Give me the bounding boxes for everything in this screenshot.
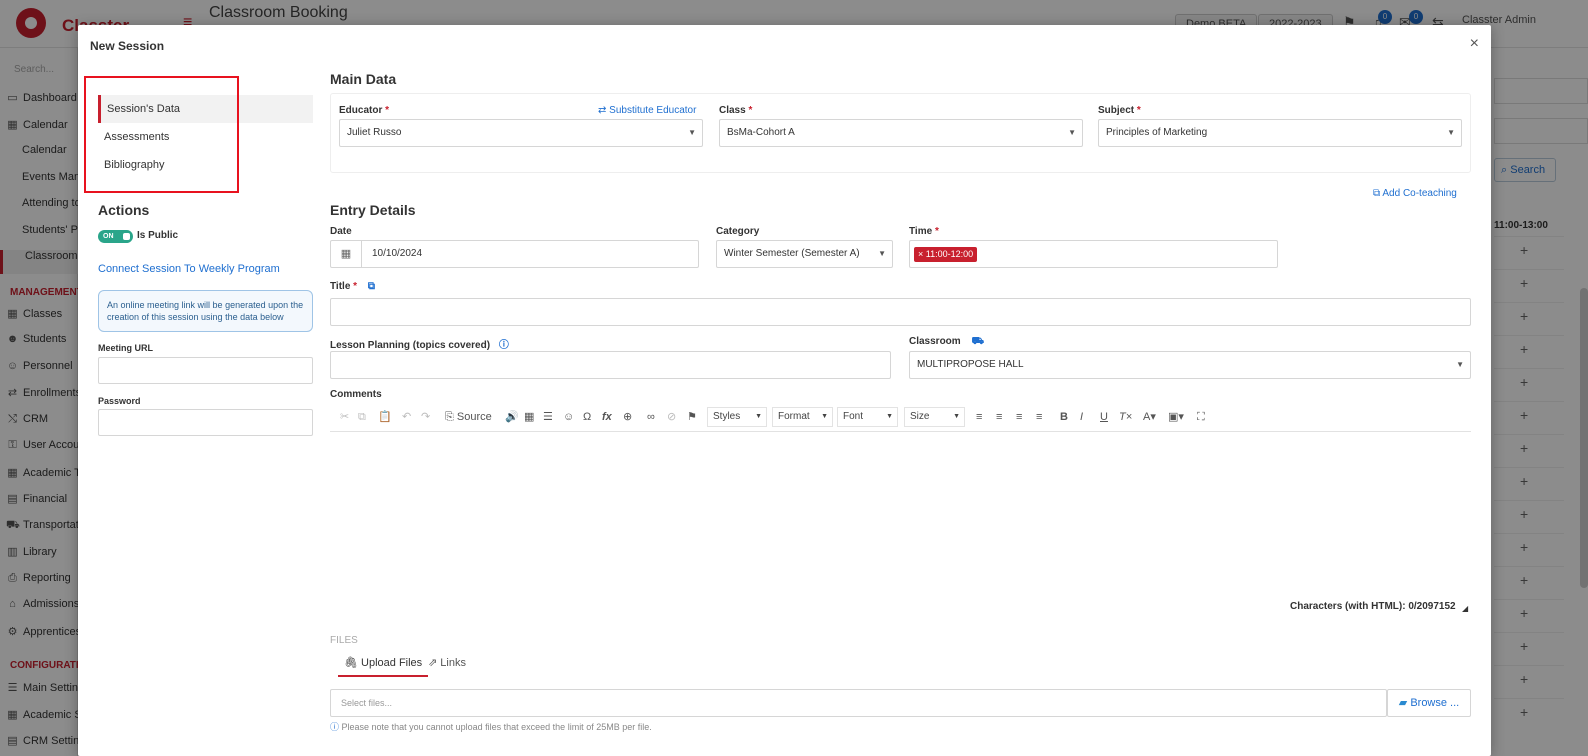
meeting-url-label: Meeting URL — [98, 343, 153, 353]
date-label: Date — [330, 226, 352, 237]
special-char-icon[interactable]: Ω — [583, 409, 591, 425]
info-icon: ⓘ — [330, 722, 340, 732]
add-co-teaching-link[interactable]: ⧉ Add Co-teaching — [1373, 188, 1457, 199]
chevron-down-icon: ▼ — [755, 413, 762, 420]
copy-icon[interactable]: ⧉ — [358, 409, 366, 425]
font-dropdown[interactable]: Font ▼ — [837, 407, 898, 427]
calendar-icon[interactable]: ▦ — [331, 241, 362, 267]
justify-icon[interactable]: ≡ — [1036, 409, 1042, 425]
text-color-icon[interactable]: A▾ — [1143, 409, 1156, 425]
chevron-down-icon: ▼ — [1068, 128, 1076, 137]
external-link-icon: ⇗ — [428, 657, 438, 669]
file-limit-note: ⓘ Please note that you cannot upload fil… — [330, 722, 652, 732]
classroom-select[interactable]: MULTIPROPOSE HALL ▼ — [909, 351, 1471, 379]
character-count: Characters (with HTML): 0/2097152 — [1290, 601, 1456, 612]
file-select-input[interactable]: Select files... — [330, 689, 1387, 717]
copy-icon[interactable]: ⧉ — [368, 281, 375, 292]
category-select[interactable]: Winter Semester (Semester A) ▼ — [716, 240, 893, 268]
time-label: Time * — [909, 226, 939, 237]
public-toggle-label: Is Public — [137, 230, 179, 241]
tab-upload-files[interactable]: 🖇 Upload Files — [338, 651, 429, 677]
chevron-down-icon: ▼ — [878, 249, 886, 258]
chevron-down-icon: ▼ — [886, 413, 893, 420]
substitute-icon: ⇄ — [598, 105, 607, 116]
table-icon[interactable]: ▦ — [524, 409, 534, 425]
browse-button[interactable]: ▰ Browse ... — [1387, 689, 1471, 717]
class-label: Class * — [719, 105, 753, 116]
public-toggle[interactable]: ON — [98, 230, 133, 243]
chevron-down-icon: ▼ — [688, 128, 696, 137]
meeting-url-input[interactable] — [98, 357, 313, 384]
align-left-icon[interactable]: ≡ — [976, 409, 982, 425]
format-dropdown[interactable]: Format ▼ — [772, 407, 833, 427]
time-tag[interactable]: × 11:00-12:00 — [914, 247, 978, 262]
smiley-icon[interactable]: ☺ — [563, 409, 574, 425]
underline-icon[interactable]: U — [1100, 409, 1108, 425]
undo-icon[interactable]: ↶ — [402, 409, 411, 425]
iframe-icon[interactable]: ⊕ — [623, 409, 632, 425]
password-input[interactable] — [98, 409, 313, 436]
size-dropdown[interactable]: Size ▼ — [904, 407, 965, 427]
formula-icon[interactable]: fx — [602, 409, 612, 425]
horizontal-line-icon[interactable]: ☰ — [543, 409, 553, 425]
substitute-educator-link[interactable]: ⇄ Substitute Educator — [598, 105, 696, 116]
close-icon[interactable]: × — [1470, 35, 1479, 53]
highlight-box — [84, 76, 239, 193]
educator-label: Educator * — [339, 105, 390, 116]
audio-icon[interactable]: 🔊 — [505, 409, 519, 425]
main-data-title: Main Data — [330, 71, 397, 87]
redo-icon[interactable]: ↷ — [421, 409, 430, 425]
italic-icon[interactable]: I — [1080, 409, 1083, 425]
resize-handle-icon[interactable]: ◢ — [1462, 604, 1468, 613]
maximize-icon[interactable]: ⛶ — [1197, 409, 1205, 425]
info-icon[interactable]: ⓘ — [499, 340, 509, 351]
remove-format-icon[interactable]: T× — [1119, 409, 1132, 425]
unlink-icon[interactable]: ⊘ — [667, 409, 676, 425]
connect-weekly-program-link[interactable]: Connect Session To Weekly Program — [98, 263, 280, 275]
anchor-flag-icon[interactable]: ⚑ — [687, 409, 697, 425]
cut-icon[interactable]: ✂ — [340, 409, 349, 425]
paperclip-icon: 🖇 — [344, 657, 358, 669]
date-value: 10/10/2024 — [372, 248, 423, 259]
editor-toolbar: ✂ ⧉ 📋 ↶ ↷ ⎘ Source 🔊 ▦ ☰ ☺ Ω fx ⊕ ∞ ⊘ ⚑ … — [330, 403, 1471, 432]
link-icon[interactable]: ∞ — [647, 409, 655, 425]
class-select[interactable]: BsMa-Cohort A ▼ — [719, 119, 1083, 147]
entry-details-title: Entry Details — [330, 202, 416, 218]
co-teaching-icon: ⧉ — [1373, 188, 1381, 199]
folder-icon: ▰ — [1398, 697, 1408, 709]
date-input[interactable]: ▦ 10/10/2024 — [330, 240, 699, 268]
background-color-icon[interactable]: ▣▾ — [1168, 409, 1184, 425]
source-icon: ⎘ — [445, 411, 454, 423]
chevron-down-icon: ▼ — [953, 413, 960, 420]
chevron-down-icon: ▼ — [1456, 360, 1464, 369]
styles-dropdown[interactable]: Styles ▼ — [707, 407, 767, 427]
paste-icon[interactable]: 📋 — [378, 409, 392, 425]
time-input[interactable]: × 11:00-12:00 — [909, 240, 1278, 268]
chevron-down-icon: ▼ — [1447, 128, 1455, 137]
comments-editor[interactable] — [330, 432, 1471, 602]
source-button[interactable]: ⎘ Source — [445, 409, 492, 425]
classroom-availability-icon[interactable]: ⛟ — [971, 336, 984, 347]
chevron-down-icon: ▼ — [821, 413, 828, 420]
title-label: Title * ⧉ — [330, 281, 375, 292]
tab-links[interactable]: ⇗ Links — [422, 651, 472, 677]
password-label: Password — [98, 396, 141, 406]
title-input[interactable] — [330, 298, 1471, 326]
classroom-label: Classroom ⛟ — [909, 336, 985, 347]
align-right-icon[interactable]: ≡ — [1016, 409, 1022, 425]
new-session-modal: New Session × Session's Data Assessments… — [78, 25, 1491, 756]
bold-icon[interactable]: B — [1060, 409, 1068, 425]
actions-title: Actions — [98, 202, 150, 218]
lesson-planning-label: Lesson Planning (topics covered) ⓘ — [330, 340, 509, 351]
modal-title: New Session — [90, 39, 165, 53]
lesson-planning-input[interactable] — [330, 351, 891, 379]
align-center-icon[interactable]: ≡ — [996, 409, 1002, 425]
subject-label: Subject * — [1098, 105, 1141, 116]
subject-select[interactable]: Principles of Marketing ▼ — [1098, 119, 1462, 147]
meeting-info-box: An online meeting link will be generated… — [98, 290, 313, 332]
category-label: Category — [716, 226, 760, 237]
files-label: FILES — [330, 635, 358, 646]
comments-label: Comments — [330, 389, 382, 400]
educator-select[interactable]: Juliet Russo ▼ — [339, 119, 703, 147]
